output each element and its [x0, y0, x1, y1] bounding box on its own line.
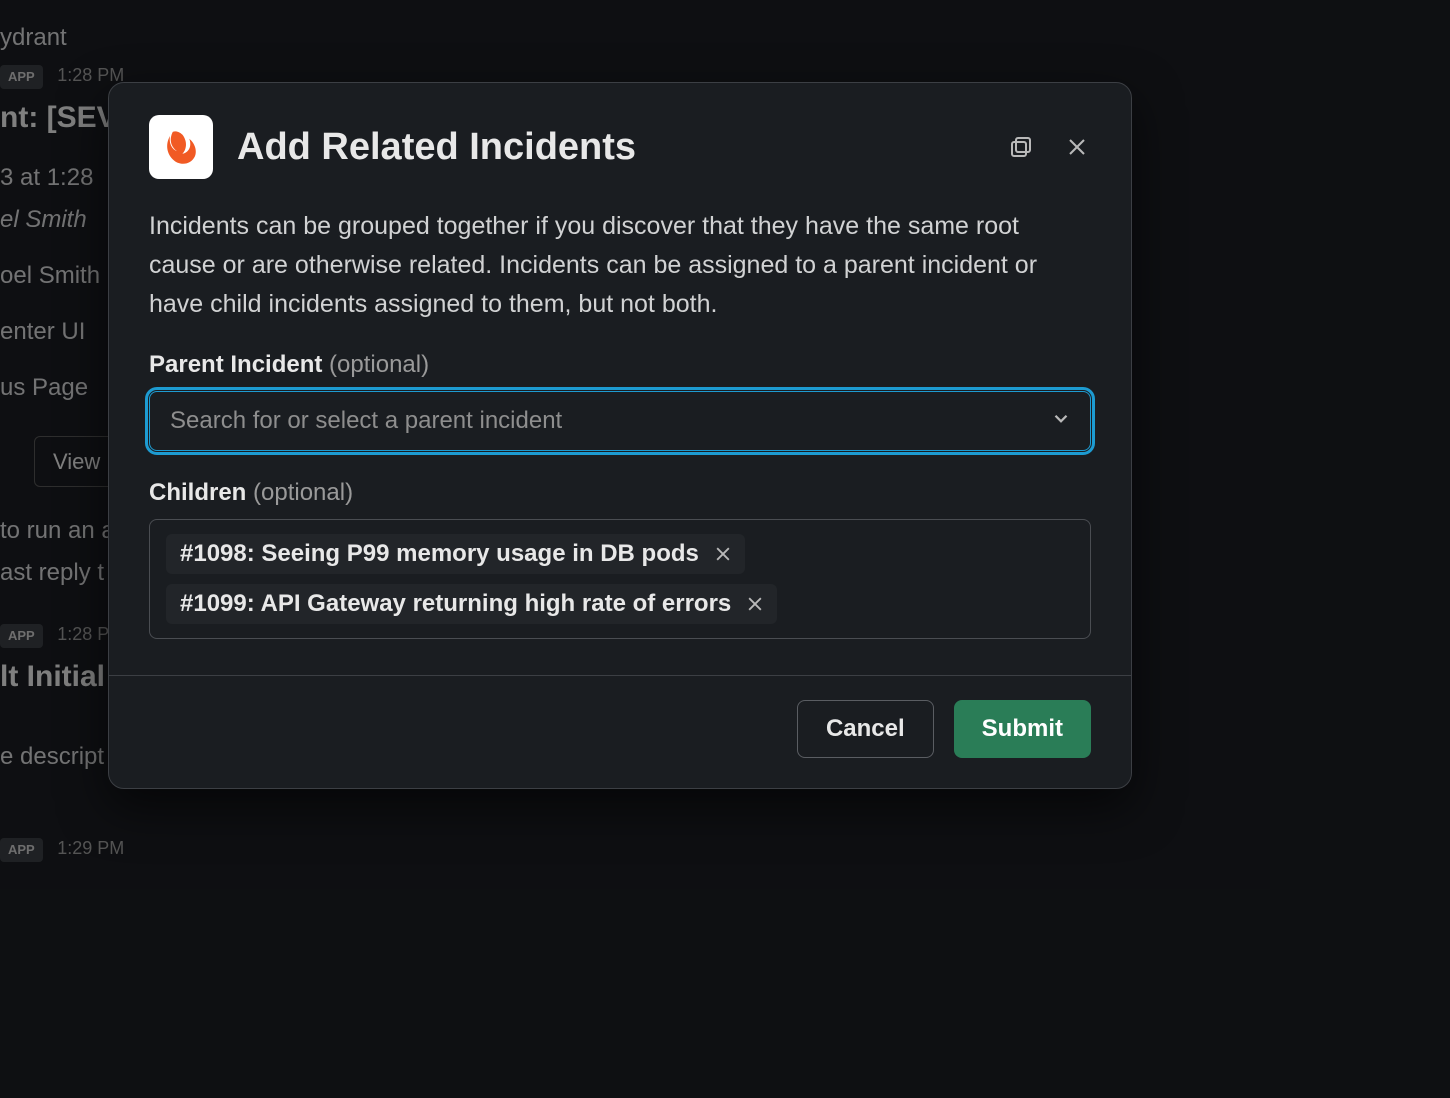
- parent-incident-select[interactable]: Search for or select a parent incident: [149, 391, 1091, 451]
- close-icon[interactable]: [1063, 133, 1091, 161]
- child-chip-label: #1099: API Gateway returning high rate o…: [180, 590, 731, 618]
- child-chip: #1098: Seeing P99 memory usage in DB pod…: [166, 534, 745, 574]
- children-multiselect[interactable]: #1098: Seeing P99 memory usage in DB pod…: [149, 519, 1091, 639]
- children-label-text: Children: [149, 479, 246, 506]
- parent-placeholder: Search for or select a parent incident: [170, 407, 562, 435]
- modal-footer: Cancel Submit: [109, 675, 1131, 788]
- parent-optional-text: (optional): [329, 351, 429, 378]
- remove-chip-icon[interactable]: [711, 542, 735, 566]
- new-window-icon[interactable]: [1007, 133, 1035, 161]
- modal-title: Add Related Incidents: [237, 126, 983, 169]
- modal-body: Incidents can be grouped together if you…: [109, 195, 1131, 675]
- modal-header: Add Related Incidents: [109, 83, 1131, 195]
- modal-description: Incidents can be grouped together if you…: [149, 207, 1091, 323]
- header-actions: [1007, 133, 1091, 161]
- app-avatar: [149, 115, 213, 179]
- chevron-down-icon: [1050, 408, 1072, 435]
- parent-incident-label: Parent Incident (optional): [149, 351, 1091, 379]
- submit-button[interactable]: Submit: [954, 700, 1091, 758]
- flame-icon: [159, 125, 203, 169]
- cancel-button[interactable]: Cancel: [797, 700, 934, 758]
- children-label: Children (optional): [149, 479, 1091, 507]
- add-related-incidents-modal: Add Related Incidents Incidents can be g…: [108, 82, 1132, 789]
- remove-chip-icon[interactable]: [743, 592, 767, 616]
- parent-label-text: Parent Incident: [149, 351, 322, 378]
- child-chip-label: #1098: Seeing P99 memory usage in DB pod…: [180, 540, 699, 568]
- children-optional-text: (optional): [253, 479, 353, 506]
- child-chip: #1099: API Gateway returning high rate o…: [166, 584, 777, 624]
